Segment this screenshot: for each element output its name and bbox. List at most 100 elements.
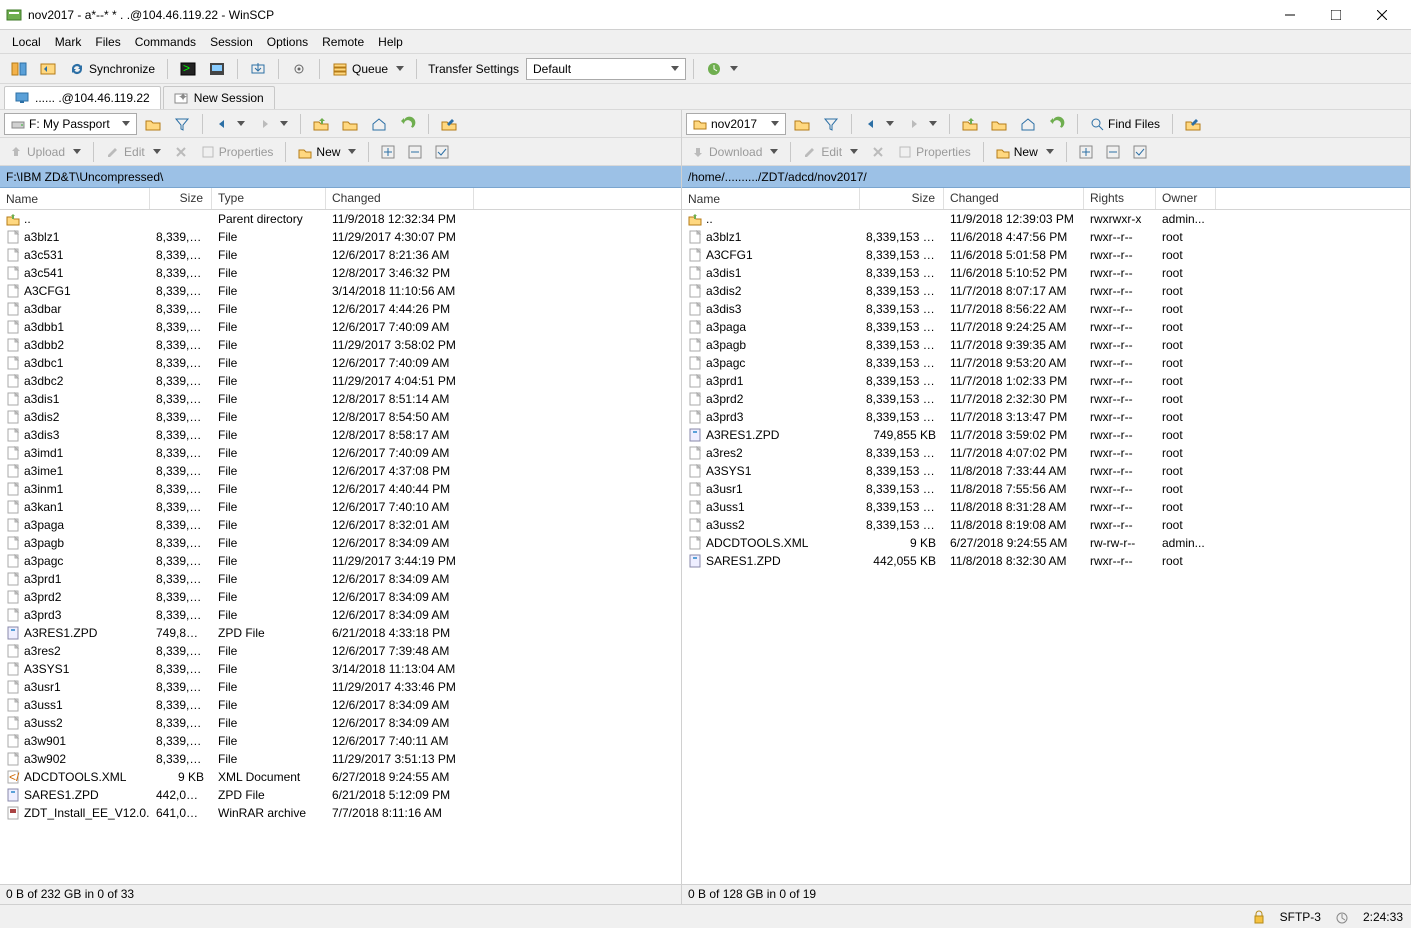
table-row[interactable]: a3pagb8,339,15...File12/6/2017 8:34:09 A… (0, 534, 681, 552)
table-row[interactable]: a3dis28,339,153 KB11/7/2018 8:07:17 AMrw… (682, 282, 1410, 300)
table-row[interactable]: a3uss18,339,153 KB11/8/2018 8:31:28 AMrw… (682, 498, 1410, 516)
table-row[interactable]: SARES1.ZPD442,055 KBZPD File6/21/2018 5:… (0, 786, 681, 804)
table-row[interactable]: a3uss18,339,15...File12/6/2017 8:34:09 A… (0, 696, 681, 714)
minus-icon[interactable] (1101, 141, 1125, 163)
refresh-icon[interactable] (395, 113, 421, 135)
new-session-tab[interactable]: ✦ New Session (163, 86, 275, 109)
compare-icon[interactable] (6, 58, 32, 80)
nav-back-icon[interactable] (210, 113, 250, 135)
table-row[interactable]: a3prd38,339,15...File12/6/2017 8:34:09 A… (0, 606, 681, 624)
table-row[interactable]: a3res28,339,15...File12/6/2017 7:39:48 A… (0, 642, 681, 660)
parent-dir-row[interactable]: ..Parent directory11/9/2018 12:32:34 PM (0, 210, 681, 228)
table-row[interactable]: a3prd28,339,153 KB11/7/2018 2:32:30 PMrw… (682, 390, 1410, 408)
filter-icon[interactable] (818, 113, 844, 135)
table-row[interactable]: a3dis18,339,153 KB11/6/2018 5:10:52 PMrw… (682, 264, 1410, 282)
table-row[interactable]: a3prd18,339,153 KB11/7/2018 1:02:33 PMrw… (682, 372, 1410, 390)
open-folder-icon[interactable] (789, 113, 815, 135)
table-row[interactable]: a3kan18,339,15...File12/6/2017 7:40:10 A… (0, 498, 681, 516)
local-path-bar[interactable]: F:\IBM ZD&T\Uncompressed\ (0, 166, 681, 188)
open-folder-icon[interactable] (140, 113, 166, 135)
table-row[interactable]: a3dis18,339,15...File12/8/2017 8:51:14 A… (0, 390, 681, 408)
col-changed[interactable]: Changed (326, 188, 474, 209)
table-row[interactable]: A3CFG18,339,153 KB11/6/2018 5:01:58 PMrw… (682, 246, 1410, 264)
table-row[interactable]: a3uss28,339,153 KB11/8/2018 8:19:08 AMrw… (682, 516, 1410, 534)
delete-icon[interactable] (169, 141, 193, 163)
close-button[interactable] (1359, 1, 1405, 29)
nav-back-icon[interactable] (859, 113, 899, 135)
menu-mark[interactable]: Mark (49, 33, 88, 51)
console-icon[interactable]: > (175, 58, 201, 80)
table-row[interactable]: a3pagb8,339,153 KB11/7/2018 9:39:35 AMrw… (682, 336, 1410, 354)
table-row[interactable]: a3blz18,339,153 KB11/6/2018 4:47:56 PMrw… (682, 228, 1410, 246)
parent-folder-icon[interactable] (308, 113, 334, 135)
root-folder-icon[interactable] (986, 113, 1012, 135)
table-row[interactable]: a3blz18,339,15...File11/29/2017 4:30:07 … (0, 228, 681, 246)
remote-path-bar[interactable]: /home/........../ZDT/adcd/nov2017/ (682, 166, 1410, 188)
table-row[interactable]: a3w9018,339,15...File12/6/2017 7:40:11 A… (0, 732, 681, 750)
remote-dir-selector[interactable]: nov2017 (686, 113, 786, 135)
home-icon[interactable] (1015, 113, 1041, 135)
bookmark-icon[interactable] (436, 113, 462, 135)
table-row[interactable]: a3prd18,339,15...File12/6/2017 8:34:09 A… (0, 570, 681, 588)
table-row[interactable]: a3dbb28,339,15...File11/29/2017 3:58:02 … (0, 336, 681, 354)
table-row[interactable]: a3usr18,339,153 KB11/8/2018 7:55:56 AMrw… (682, 480, 1410, 498)
select-icon[interactable] (1128, 141, 1152, 163)
table-row[interactable]: a3dis38,339,15...File12/8/2017 8:58:17 A… (0, 426, 681, 444)
upload-button[interactable]: Upload (4, 141, 86, 163)
new-button[interactable]: New (991, 141, 1059, 163)
table-row[interactable]: a3inm18,339,15...File12/6/2017 4:40:44 P… (0, 480, 681, 498)
find-files-button[interactable]: Find Files (1085, 113, 1165, 135)
plus-icon[interactable] (1074, 141, 1098, 163)
download-button[interactable]: Download (686, 141, 783, 163)
table-row[interactable]: a3pagc8,339,153 KB11/7/2018 9:53:20 AMrw… (682, 354, 1410, 372)
col-name[interactable]: Name (0, 188, 150, 209)
delete-icon[interactable] (866, 141, 890, 163)
menu-help[interactable]: Help (372, 33, 409, 51)
session-options-icon[interactable] (701, 58, 743, 80)
local-drive-selector[interactable]: F: My Passport (4, 113, 137, 135)
table-row[interactable]: a3dbar8,339,15...File12/6/2017 4:44:26 P… (0, 300, 681, 318)
menu-remote[interactable]: Remote (316, 33, 370, 51)
transfer-settings-combo[interactable]: Default (526, 58, 686, 80)
terminal-icon[interactable] (204, 58, 230, 80)
col-size[interactable]: Size (860, 188, 944, 209)
table-row[interactable]: a3res28,339,153 KB11/7/2018 4:07:02 PMrw… (682, 444, 1410, 462)
col-changed[interactable]: Changed (944, 188, 1084, 209)
table-row[interactable]: a3dbc18,339,15...File12/6/2017 7:40:09 A… (0, 354, 681, 372)
sync-browse-icon[interactable] (35, 58, 61, 80)
session-tab-active[interactable]: ...... .@104.46.119.22 (4, 86, 161, 109)
table-row[interactable]: A3CFG18,339,15...File3/14/2018 11:10:56 … (0, 282, 681, 300)
add-to-queue-icon[interactable] (245, 58, 271, 80)
synchronize-button[interactable]: Synchronize (64, 58, 160, 80)
select-icon[interactable] (430, 141, 454, 163)
menu-options[interactable]: Options (261, 33, 314, 51)
table-row[interactable]: a3prd38,339,153 KB11/7/2018 3:13:47 PMrw… (682, 408, 1410, 426)
table-row[interactable]: a3dis38,339,153 KB11/7/2018 8:56:22 AMrw… (682, 300, 1410, 318)
menu-files[interactable]: Files (89, 33, 126, 51)
minus-icon[interactable] (403, 141, 427, 163)
parent-folder-icon[interactable] (957, 113, 983, 135)
refresh-icon[interactable] (1044, 113, 1070, 135)
table-row[interactable]: a3paga8,339,153 KB11/7/2018 9:24:25 AMrw… (682, 318, 1410, 336)
table-row[interactable]: A3RES1.ZPD749,855 KB11/7/2018 3:59:02 PM… (682, 426, 1410, 444)
col-type[interactable]: Type (212, 188, 326, 209)
bookmark-icon[interactable] (1180, 113, 1206, 135)
table-row[interactable]: a3ime18,339,15...File12/6/2017 4:37:08 P… (0, 462, 681, 480)
table-row[interactable]: a3c5418,339,15...File12/8/2017 3:46:32 P… (0, 264, 681, 282)
table-row[interactable]: A3RES1.ZPD749,855 KBZPD File6/21/2018 4:… (0, 624, 681, 642)
table-row[interactable]: ZDT_Install_EE_V12.0....641,024 KBWinRAR… (0, 804, 681, 822)
table-row[interactable]: </>ADCDTOOLS.XML9 KBXML Document6/27/201… (0, 768, 681, 786)
table-row[interactable]: a3dbc28,339,15...File11/29/2017 4:04:51 … (0, 372, 681, 390)
properties-button[interactable]: Properties (196, 141, 279, 163)
edit-button[interactable]: Edit (101, 141, 166, 163)
table-row[interactable]: SARES1.ZPD442,055 KB11/8/2018 8:32:30 AM… (682, 552, 1410, 570)
table-row[interactable]: a3c5318,339,15...File12/6/2017 8:21:36 A… (0, 246, 681, 264)
edit-button[interactable]: Edit (798, 141, 863, 163)
properties-button[interactable]: Properties (893, 141, 976, 163)
table-row[interactable]: a3prd28,339,15...File12/6/2017 8:34:09 A… (0, 588, 681, 606)
menu-session[interactable]: Session (204, 33, 259, 51)
col-name[interactable]: Name (682, 188, 860, 209)
maximize-button[interactable] (1313, 1, 1359, 29)
table-row[interactable]: a3usr18,339,15...File11/29/2017 4:33:46 … (0, 678, 681, 696)
table-row[interactable]: ADCDTOOLS.XML9 KB6/27/2018 9:24:55 AMrw-… (682, 534, 1410, 552)
